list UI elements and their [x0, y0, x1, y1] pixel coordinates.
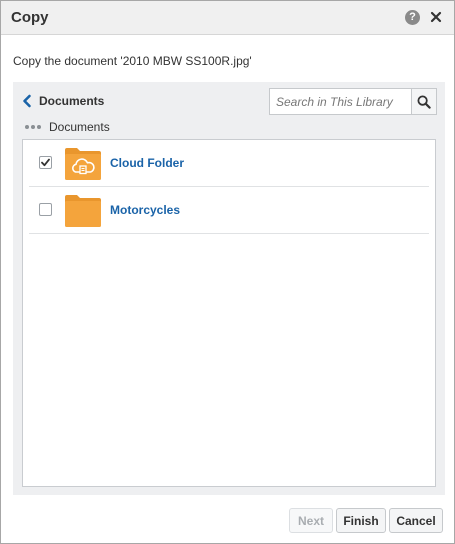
cancel-button[interactable]: Cancel — [389, 508, 443, 533]
search-button[interactable] — [411, 89, 436, 114]
folder-row-motorcycles[interactable]: Motorcycles — [29, 187, 429, 234]
cloud-folder-icon — [65, 148, 101, 180]
folder-name[interactable]: Cloud Folder — [110, 156, 184, 170]
copy-prompt: Copy the document '2010 MBW SS100R.jpg' — [13, 54, 252, 68]
search-input[interactable] — [270, 89, 411, 114]
copy-dialog: Copy ? Copy the document '2010 MBW SS100… — [0, 0, 455, 544]
folder-navigator: Documents Documents — [13, 82, 445, 495]
checkmark-icon — [41, 158, 50, 167]
folder-list: Cloud Folder Motorcycles — [22, 139, 436, 487]
chevron-left-icon — [23, 94, 31, 108]
help-icon[interactable]: ? — [405, 10, 420, 25]
next-button[interactable]: Next — [289, 508, 333, 533]
search-icon — [417, 95, 431, 109]
breadcrumb: Documents — [25, 120, 110, 134]
folder-row-cloud-folder[interactable]: Cloud Folder — [29, 140, 429, 187]
folder-checkbox[interactable] — [39, 203, 52, 216]
breadcrumb-current: Documents — [49, 120, 110, 134]
dialog-titlebar: Copy ? — [1, 1, 454, 35]
dialog-title: Copy — [11, 9, 49, 26]
folder-name[interactable]: Motorcycles — [110, 203, 180, 217]
folder-checkbox[interactable] — [39, 156, 52, 169]
back-link-label: Documents — [39, 94, 105, 108]
folder-icon — [65, 195, 101, 227]
more-dots-icon[interactable] — [25, 125, 41, 129]
finish-button[interactable]: Finish — [336, 508, 386, 533]
close-icon[interactable] — [429, 10, 443, 24]
library-search — [269, 88, 437, 115]
back-to-documents-link[interactable]: Documents — [21, 92, 104, 110]
